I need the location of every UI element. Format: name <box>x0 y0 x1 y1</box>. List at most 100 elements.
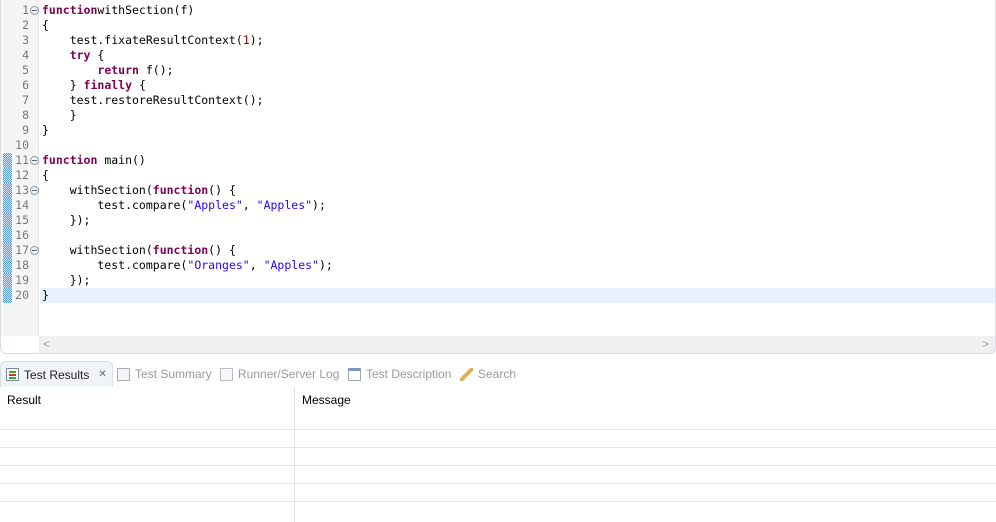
column-divider[interactable] <box>294 388 295 522</box>
code-line[interactable]: }); <box>42 213 995 228</box>
line-number: 8 <box>22 108 29 122</box>
table-row[interactable] <box>0 430 996 448</box>
code-token: } <box>42 123 49 137</box>
code-token: }); <box>42 273 91 287</box>
line-number: 20 <box>15 288 29 302</box>
fold-collapse-icon[interactable] <box>30 186 39 195</box>
test-results-icon <box>6 368 19 381</box>
code-line[interactable]: } <box>42 123 995 138</box>
line-number: 4 <box>22 48 29 62</box>
code-token: test.compare( <box>42 198 188 212</box>
line-number: 1 <box>22 3 29 17</box>
line-number: 9 <box>22 123 29 137</box>
code-line[interactable]: { <box>42 168 995 183</box>
code-line[interactable]: test.compare("Oranges", "Apples"); <box>42 258 995 273</box>
code-token: main() <box>97 153 146 167</box>
code-token: try <box>69 48 91 62</box>
tab-label: Test Description <box>366 367 452 381</box>
tab-label: Search <box>478 367 517 381</box>
code-line[interactable]: test.compare("Apples", "Apples"); <box>42 198 995 213</box>
code-token: { <box>132 78 146 92</box>
code-token: } <box>42 108 77 122</box>
tab-test-description[interactable]: Test Description <box>343 361 456 387</box>
log-icon <box>220 367 233 381</box>
code-line[interactable]: try { <box>42 48 995 63</box>
code-token: { <box>42 168 49 182</box>
column-header-result[interactable]: Result <box>0 388 41 412</box>
code-token: "Apples" <box>187 198 243 212</box>
line-number: 17 <box>15 243 29 257</box>
code-token: ); <box>249 33 264 47</box>
line-number: 12 <box>15 168 29 182</box>
code-line[interactable]: { <box>42 18 995 33</box>
test-results-table: Result Message <box>0 388 996 522</box>
fold-collapse-icon[interactable] <box>30 156 39 165</box>
fold-collapse-icon[interactable] <box>30 246 39 255</box>
code-editor[interactable]: 1 2 3 4 5 6 7 8 9 10 11 12 13 14 15 16 17 18 19 20 function… <box>0 0 996 354</box>
code-token: { <box>42 18 49 32</box>
tab-test-summary[interactable]: Test Summary <box>112 361 217 387</box>
code-token: f(); <box>138 63 174 77</box>
code-token: finally <box>83 78 133 92</box>
code-line[interactable]: withSection(function() { <box>42 243 995 258</box>
horizontal-scrollbar[interactable]: < > <box>39 336 995 353</box>
code-line[interactable]: } <box>42 108 995 123</box>
tab-test-results[interactable]: Test Results ✕ <box>0 361 113 387</box>
line-number: 6 <box>22 78 29 92</box>
test-summary-icon <box>117 367 130 381</box>
code-token: "Apples" <box>256 198 313 212</box>
code-line[interactable]: test.restoreResultContext(); <box>42 93 995 108</box>
code-line[interactable]: return f(); <box>42 63 995 78</box>
code-line[interactable]: withSection(function() { <box>42 183 995 198</box>
code-token: "Oranges" <box>187 258 250 272</box>
code-line[interactable] <box>42 228 995 243</box>
code-token: test.fixateResultContext( <box>42 33 243 47</box>
code-token: , <box>249 258 264 272</box>
code-line[interactable]: } finally { <box>42 78 995 93</box>
code-token: ); <box>312 198 326 212</box>
table-row[interactable] <box>0 412 996 430</box>
column-header-message[interactable]: Message <box>295 388 351 412</box>
code-token: function <box>42 153 98 167</box>
code-token: () { <box>208 183 236 197</box>
line-number: 19 <box>15 273 29 287</box>
close-icon[interactable]: ✕ <box>98 369 106 380</box>
code-token: () { <box>208 243 236 257</box>
line-number: 15 <box>15 213 29 227</box>
tab-search[interactable]: Search <box>455 361 521 387</box>
code-line[interactable]: function main() <box>42 153 995 168</box>
view-tab-bar: Test Results ✕ Test Summary Runner/Serve… <box>0 361 996 387</box>
line-number: 13 <box>15 183 29 197</box>
line-number: 10 <box>15 138 29 152</box>
code-line[interactable]: }); <box>42 273 995 288</box>
table-row[interactable] <box>0 484 996 502</box>
line-number: 18 <box>15 258 29 272</box>
code-token: "Apples" <box>263 258 319 272</box>
scroll-right-button[interactable]: > <box>982 337 989 351</box>
line-number: 5 <box>22 63 29 77</box>
line-number: 7 <box>22 93 29 107</box>
code-line[interactable]: } <box>40 288 995 303</box>
line-number: 14 <box>15 198 29 212</box>
code-token: 1 <box>242 33 250 47</box>
code-line[interactable]: test.fixateResultContext(1); <box>42 33 995 48</box>
scroll-left-button[interactable]: < <box>43 337 50 351</box>
line-number: 11 <box>15 153 29 167</box>
code-token: withSection(f) <box>97 3 195 17</box>
code-token: withSection( <box>42 243 153 257</box>
fold-collapse-icon[interactable] <box>30 6 39 15</box>
tab-runner-server-log[interactable]: Runner/Server Log <box>215 361 344 387</box>
table-row[interactable] <box>0 466 996 484</box>
code-token: withSection( <box>42 183 153 197</box>
code-line[interactable]: functionwithSection(f) <box>42 3 995 18</box>
code-token: ); <box>318 258 333 272</box>
tab-label: Test Results <box>24 367 90 382</box>
code-line[interactable] <box>42 138 995 153</box>
table-row[interactable] <box>0 448 996 466</box>
code-token: }); <box>42 213 91 227</box>
code-token: test.restoreResultContext(); <box>42 93 264 107</box>
tab-label: Test Summary <box>135 367 212 381</box>
line-number: 2 <box>22 18 29 32</box>
